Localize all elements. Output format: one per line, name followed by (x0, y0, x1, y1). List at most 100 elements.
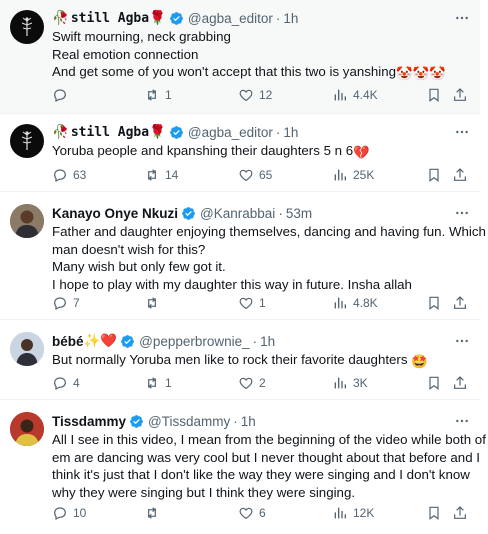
bookmark-button[interactable] (426, 86, 442, 104)
display-name[interactable]: still Agba (71, 125, 149, 140)
heart-icon (239, 169, 253, 182)
reply-bubble-icon (54, 169, 66, 183)
tweet-header: Tissdammy @Tissdammy · 1h (52, 412, 470, 430)
more-dots-icon[interactable] (448, 204, 470, 222)
reply-button[interactable]: 4 (52, 374, 80, 392)
like-button[interactable]: 2 (238, 374, 266, 392)
repost-button[interactable]: 14 (144, 166, 178, 184)
like-button[interactable]: 6 (238, 504, 266, 522)
views-count: 25K (353, 168, 375, 182)
name-prefix-emoji: 🥀 (52, 10, 69, 25)
share-button[interactable] (452, 166, 468, 184)
tweet-text-line: I hope to play with my daughter this way… (52, 276, 412, 292)
share-icon (454, 168, 466, 181)
bookmark-button[interactable] (426, 504, 442, 522)
repost-button[interactable]: 1 (144, 86, 172, 104)
timestamp[interactable]: 1h (283, 11, 298, 26)
tweet-text: All I see in this video, I mean from the… (52, 431, 486, 501)
share-button[interactable] (452, 374, 468, 392)
timestamp[interactable]: 53m (286, 206, 312, 221)
repost-button[interactable] (144, 504, 165, 522)
tweet-text-line: em are dancing was very cool but I never… (52, 449, 480, 465)
action-bar: 10 6 12K (52, 504, 470, 522)
reply-bubble-icon (54, 507, 66, 521)
bookmark-button[interactable] (426, 294, 442, 312)
share-button[interactable] (452, 86, 468, 104)
avatar[interactable] (10, 332, 44, 366)
reply-count: 4 (73, 376, 80, 390)
display-name[interactable]: Tissdammy (52, 414, 126, 429)
separator-dot: · (252, 333, 258, 349)
reply-bubble-icon (54, 377, 66, 391)
handle[interactable]: @Tissdammy (148, 414, 230, 429)
more-dots-icon[interactable] (448, 123, 470, 141)
avatar[interactable] (10, 412, 44, 446)
reply-bubble-icon (54, 89, 66, 103)
reply-button[interactable]: 63 (52, 166, 86, 184)
repost-arrows-icon (148, 297, 156, 309)
like-button[interactable]: 12 (238, 86, 272, 104)
reply-bubble-icon (54, 297, 66, 311)
tweet-text-line: man doesn't wish for this? (52, 241, 206, 257)
repost-button[interactable]: 1 (144, 374, 172, 392)
timestamp[interactable]: 1h (283, 125, 298, 140)
tweet-text-line: Many wish but only few got it. (52, 259, 226, 274)
tweet-text-line: Real emotion connection (52, 46, 199, 62)
timestamp[interactable]: 1h (260, 334, 275, 349)
repost-arrows-icon (148, 89, 156, 101)
handle[interactable]: @agba_editor (188, 125, 273, 140)
avatar[interactable] (10, 204, 44, 238)
bookmark-button[interactable] (426, 166, 442, 184)
reply-button[interactable]: 10 (52, 504, 86, 522)
broken-heart-emoji: 💔 (353, 145, 370, 160)
verified-badge-icon (121, 334, 135, 348)
tweet-header: Kanayo Onye Nkuzi @Kanrabbai · 53m (52, 204, 470, 222)
avatar[interactable] (10, 124, 44, 158)
handle[interactable]: @pepperbrownie_ (139, 334, 250, 349)
tweet[interactable]: 🥀 still Agba 🌹 @agba_editor · 1h Yoruba … (0, 114, 480, 192)
share-button[interactable] (452, 294, 468, 312)
views-count: 4.4K (353, 88, 378, 102)
verified-badge-icon (170, 11, 183, 25)
display-name[interactable]: bébé (52, 334, 84, 349)
tweet-text-line: think it's just that I don't like the wa… (52, 467, 470, 482)
views-bars-icon (334, 89, 346, 101)
clown-emojis: 🤡🤡🤡 (396, 66, 446, 81)
more-dots-icon[interactable] (448, 9, 470, 27)
tweet[interactable]: 🥀 still Agba 🌹 @agba_editor · 1h Swift m… (0, 0, 480, 114)
views-button[interactable]: 12K (332, 504, 374, 522)
reply-button[interactable]: 7 (52, 294, 80, 312)
views-button[interactable]: 4.4K (332, 86, 378, 104)
tweet-text-line: Swift mourning, neck grabbing (52, 29, 231, 44)
display-name[interactable]: Kanayo Onye Nkuzi (52, 206, 178, 221)
tweet[interactable]: Tissdammy @Tissdammy · 1h All I see in t… (0, 400, 486, 534)
tweet-text: Swift mourning, neck grabbing Real emoti… (52, 28, 470, 83)
handle[interactable]: @Kanrabbai (200, 206, 275, 221)
views-count: 4.8K (353, 296, 378, 310)
bookmark-icon (429, 376, 439, 390)
like-button[interactable]: 65 (238, 166, 272, 184)
heart-icon (239, 89, 253, 102)
more-dots-icon[interactable] (448, 412, 470, 430)
share-icon (454, 376, 466, 389)
timestamp[interactable]: 1h (241, 414, 256, 429)
repost-button[interactable] (144, 294, 165, 312)
name-suffix-emoji: ✨❤️ (83, 333, 118, 348)
display-name[interactable]: still Agba (71, 11, 149, 26)
action-bar: 7 1 4.8K (52, 294, 470, 312)
reply-button[interactable] (52, 86, 73, 104)
tweet[interactable]: Kanayo Onye Nkuzi @Kanrabbai · 53m Fathe… (0, 192, 486, 320)
views-button[interactable]: 3K (332, 374, 368, 392)
more-dots-icon[interactable] (448, 332, 470, 350)
views-button[interactable]: 4.8K (332, 294, 378, 312)
like-button[interactable]: 1 (238, 294, 266, 312)
handle[interactable]: @agba_editor (188, 11, 273, 26)
views-count: 3K (353, 376, 368, 390)
repost-count: 1 (165, 88, 172, 102)
views-button[interactable]: 25K (332, 166, 374, 184)
tweet[interactable]: bébé ✨❤️ @pepperbrownie_ · 1h But normal… (0, 320, 480, 400)
avatar[interactable] (10, 10, 44, 44)
bookmark-button[interactable] (426, 374, 442, 392)
share-button[interactable] (452, 504, 468, 522)
tweet-text-line: Yoruba people and kpanshing their daught… (52, 143, 354, 158)
